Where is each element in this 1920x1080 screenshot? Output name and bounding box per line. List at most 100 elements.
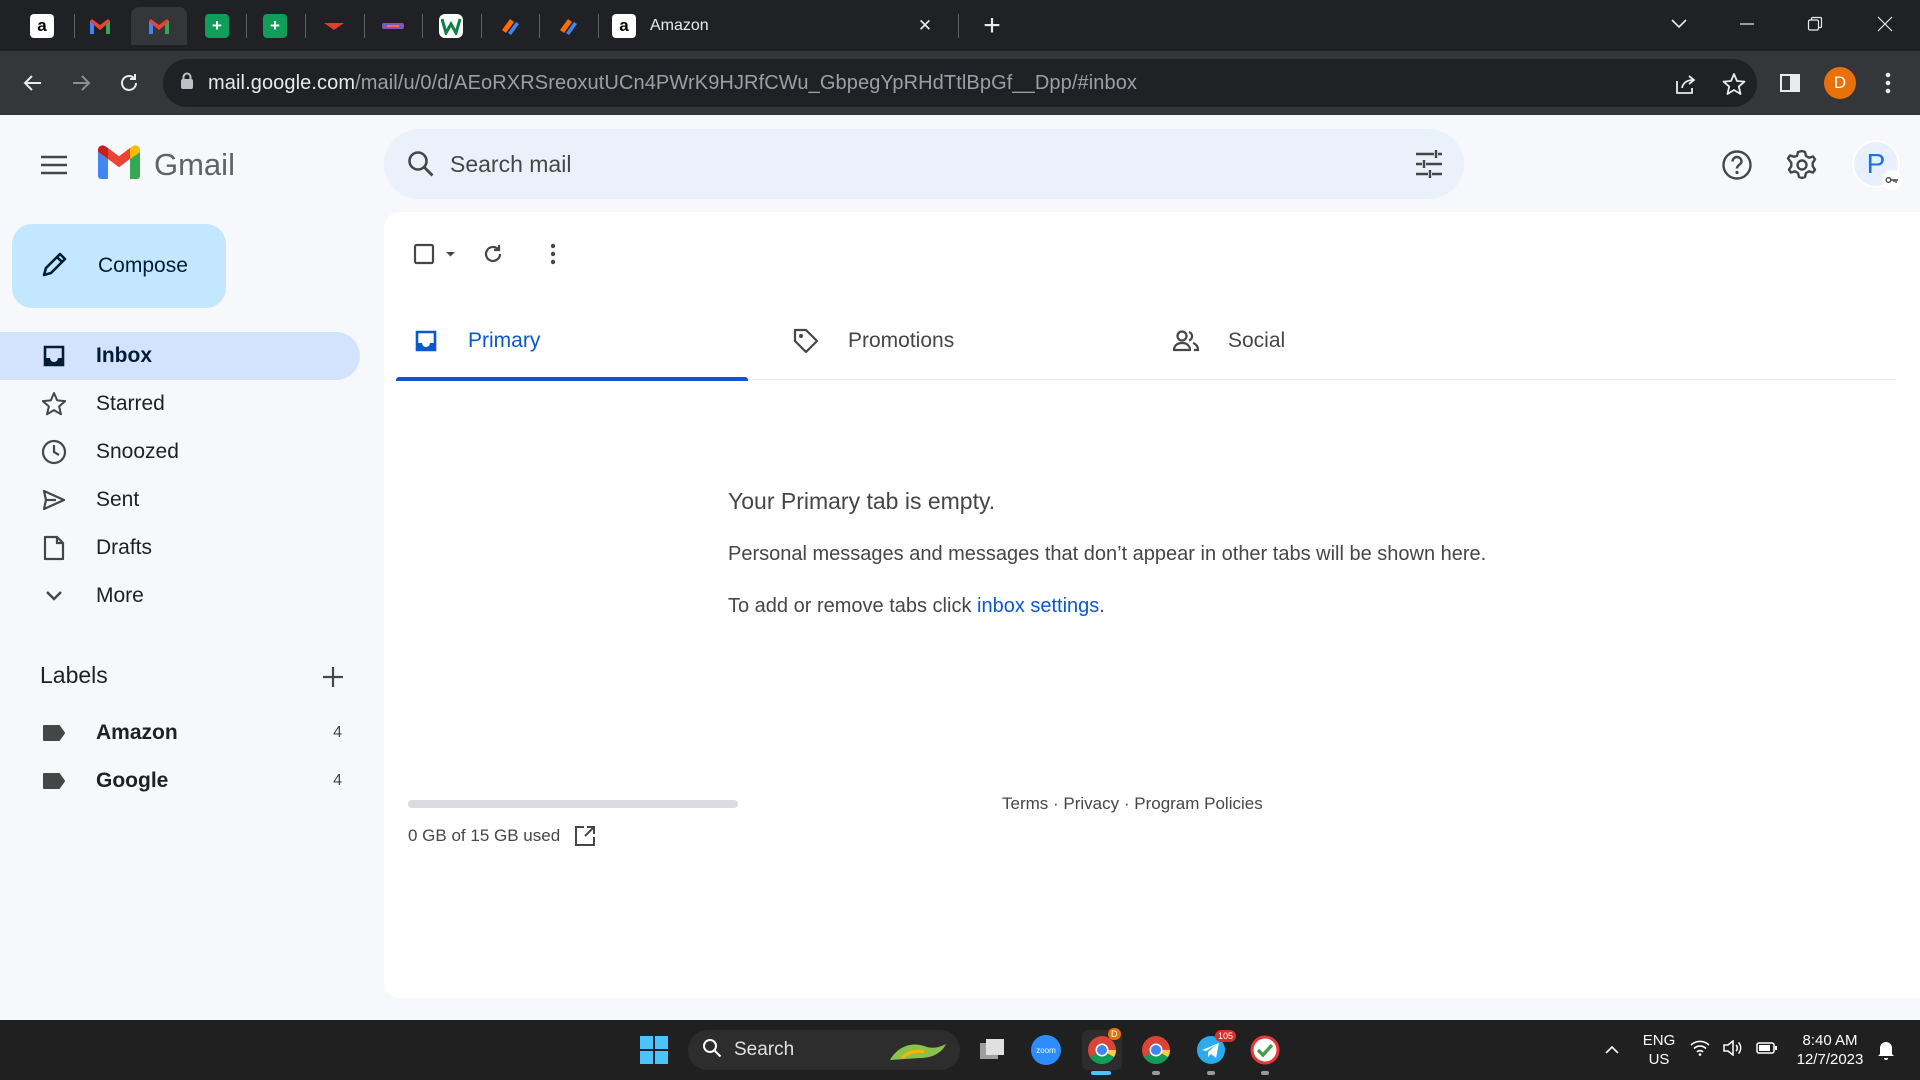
clock[interactable]: 8:40 AM 12/7/2023 (1790, 1031, 1870, 1069)
nav-more[interactable]: More (0, 572, 360, 620)
privacy-link[interactable]: Privacy (1063, 794, 1119, 813)
refresh-icon[interactable] (473, 234, 513, 274)
browser-tab-amazon[interactable]: a Amazon ✕ (600, 7, 948, 45)
tab-promotions[interactable]: Promotions (776, 302, 1128, 380)
bookmark-star-icon[interactable] (1721, 71, 1747, 97)
settings-gear-icon[interactable] (1781, 144, 1823, 186)
gmail-logo[interactable]: Gmail (96, 144, 235, 185)
search-options-icon[interactable] (1414, 150, 1444, 183)
star-icon (40, 390, 68, 418)
tab-search-icon[interactable] (1650, 4, 1708, 44)
telegram-app-icon[interactable]: 105 (1191, 1030, 1237, 1070)
restore-icon[interactable] (1786, 4, 1844, 44)
search-bar[interactable]: Search mail (384, 129, 1464, 199)
browser-tab-strip: a + + a Amazon ✕ + (0, 0, 1920, 51)
gmail-m-icon (96, 144, 142, 185)
w-app-icon (439, 14, 463, 38)
terms-link[interactable]: Terms (1002, 794, 1048, 813)
browser-menu-icon[interactable] (1870, 65, 1906, 101)
browser-tab[interactable]: + (247, 7, 303, 45)
support-icon[interactable] (1716, 144, 1758, 186)
key-icon (1882, 170, 1902, 190)
empty-state-title: Your Primary tab is empty. (728, 488, 996, 514)
empty-state-description: Personal messages and messages that don’… (728, 543, 1487, 565)
clock-time: 8:40 AM (1802, 1032, 1858, 1049)
close-window-icon[interactable] (1856, 4, 1914, 44)
inbox-icon (40, 342, 68, 370)
nav-label: More (96, 584, 144, 607)
more-options-icon[interactable] (533, 234, 573, 274)
tab-social[interactable]: Social (1156, 302, 1508, 380)
main-menu-button[interactable] (34, 145, 74, 185)
clock-icon (40, 438, 68, 466)
chrome-app-icon-2[interactable] (1136, 1030, 1176, 1070)
check-app-icon[interactable] (1245, 1030, 1285, 1070)
browser-tab-active-gmail[interactable] (131, 7, 187, 45)
browser-tab[interactable] (72, 7, 128, 45)
browser-tab[interactable] (365, 7, 421, 45)
label-count: 4 (333, 724, 342, 741)
system-tray-status[interactable] (1684, 1030, 1784, 1070)
telegram-unread-badge: 105 (1215, 1030, 1237, 1042)
language-label: ENG (1642, 1032, 1676, 1049)
browser-tab[interactable] (306, 7, 362, 45)
windows-start-icon[interactable] (634, 1030, 674, 1070)
site-icon (322, 14, 346, 38)
add-label-button[interactable] (318, 662, 348, 692)
browser-tab[interactable] (423, 7, 479, 45)
tab-primary[interactable]: Primary (396, 302, 748, 381)
category-tabs: Primary Promotions Social (396, 302, 1896, 381)
program-policies-link[interactable]: Program Policies (1134, 794, 1263, 813)
profile-button[interactable]: D (1822, 65, 1858, 101)
tab-label: Primary (468, 329, 541, 352)
taskbar-search[interactable]: Search (688, 1030, 960, 1070)
inbox-settings-link[interactable]: inbox settings (977, 595, 1099, 617)
browser-tab[interactable]: + (189, 7, 245, 45)
browser-tab[interactable] (482, 7, 538, 45)
search-highlight-icon (886, 1036, 950, 1069)
open-in-new-icon[interactable] (574, 825, 596, 847)
send-icon (40, 486, 68, 514)
storage-usage: 0 GB of 15 GB used (408, 825, 596, 847)
clock-date: 12/7/2023 (1796, 1051, 1864, 1068)
minimize-icon[interactable] (1718, 4, 1776, 44)
side-panel-icon[interactable] (1772, 65, 1808, 101)
browser-tab[interactable] (540, 7, 596, 45)
storage-usage-bar (408, 800, 738, 808)
nav-starred[interactable]: Starred (0, 380, 360, 428)
search-icon[interactable] (406, 149, 436, 184)
label-amazon[interactable]: Amazon 4 (0, 709, 360, 757)
site-icon (381, 14, 405, 38)
nav-inbox[interactable]: Inbox (0, 332, 360, 380)
label-google[interactable]: Google 4 (0, 757, 360, 805)
active-app-indicator (1091, 1071, 1111, 1075)
new-tab-button[interactable]: + (976, 9, 1008, 42)
chrome-app-icon[interactable]: D (1082, 1028, 1122, 1070)
taskbar-search-label: Search (734, 1039, 795, 1060)
tab-label: Promotions (848, 329, 955, 352)
lock-icon[interactable] (180, 72, 194, 95)
nav-drafts[interactable]: Drafts (0, 524, 360, 572)
show-hidden-icons-chevron-up-icon[interactable] (1592, 1030, 1632, 1070)
address-bar[interactable]: mail.google.com/mail/u/0/d/AEoRXRSreoxut… (163, 59, 1757, 107)
compose-button[interactable]: Compose (12, 224, 226, 308)
task-view-icon[interactable] (972, 1030, 1012, 1070)
amazon-icon: a (30, 14, 54, 38)
nav-label: Drafts (96, 536, 153, 559)
nav-sent[interactable]: Sent (0, 476, 360, 524)
share-icon[interactable] (1673, 71, 1699, 97)
close-tab-icon[interactable]: ✕ (914, 15, 936, 37)
language-indicator[interactable]: ENG US (1638, 1031, 1680, 1069)
forward-button[interactable] (61, 63, 101, 103)
browser-tab[interactable]: a (14, 7, 70, 45)
nav-snoozed[interactable]: Snoozed (0, 428, 360, 476)
label-count: 4 (333, 772, 342, 789)
back-button[interactable] (13, 63, 53, 103)
search-input[interactable]: Search mail (450, 151, 571, 178)
select-checkbox-button[interactable] (408, 234, 468, 274)
notification-bell-icon[interactable] (1866, 1030, 1906, 1070)
storage-text: 0 GB of 15 GB used (408, 826, 561, 845)
zoom-app-icon[interactable]: zoom (1026, 1030, 1066, 1070)
gmail-icon (147, 14, 171, 38)
reload-button[interactable] (109, 63, 149, 103)
